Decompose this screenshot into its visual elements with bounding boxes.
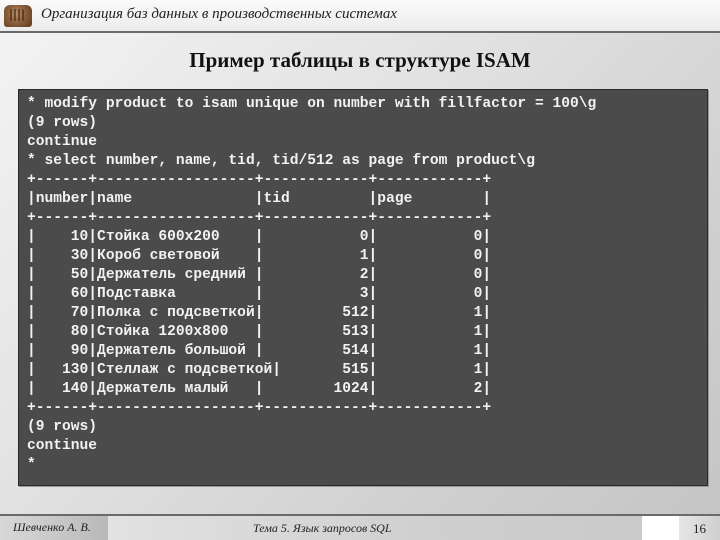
- terminal-line-continue: continue: [27, 438, 98, 454]
- slide-header: Организация баз данных в производственны…: [0, 0, 720, 33]
- table-row: | 80|Стойка 1200x800 | 513| 1|: [27, 324, 492, 340]
- table-row: | 60|Подставка | 3| 0|: [27, 286, 492, 302]
- page-number: 16: [679, 516, 720, 540]
- table-border-top: +------+------------------+------------+…: [27, 172, 492, 188]
- terminal-output: * modify product to isam unique on numbe…: [18, 89, 708, 486]
- footer-blank-box: [642, 516, 679, 540]
- table-row: | 30|Короб световой | 1| 0|: [27, 248, 492, 264]
- table-border-bottom: +------+------------------+------------+…: [27, 400, 492, 416]
- table-row: | 10|Стойка 600x200 | 0| 0|: [27, 229, 492, 245]
- terminal-line-command-select: * select number, name, tid, tid/512 as p…: [27, 153, 535, 169]
- table-row: | 130|Стеллаж с подсветкой| 515| 1|: [27, 362, 492, 378]
- table-row: | 90|Держатель большой | 514| 1|: [27, 343, 492, 359]
- terminal-line-row-count: (9 rows): [27, 115, 98, 131]
- slide-footer: Шевченко А. В. Тема 5. Язык запросов SQL…: [0, 516, 720, 540]
- table-row: | 50|Держатель средний | 2| 0|: [27, 267, 492, 283]
- topic-label: Тема 5. Язык запросов SQL: [253, 521, 392, 535]
- table-border-header: +------+------------------+------------+…: [27, 210, 492, 226]
- terminal-line-command-modify: * modify product to isam unique on numbe…: [27, 96, 597, 112]
- terminal-line-continue: continue: [27, 134, 98, 150]
- slide-title: Пример таблицы в структуре ISAM: [189, 48, 531, 72]
- table-header-row: |number|name |tid |page |: [27, 191, 492, 207]
- course-title: Организация баз данных в производственны…: [41, 6, 397, 22]
- author-label: Шевченко А. В.: [0, 516, 108, 540]
- table-row: | 70|Полка с подсветкой| 512| 1|: [27, 305, 492, 321]
- table-row: | 140|Держатель малый | 1024| 2|: [27, 381, 492, 397]
- terminal-prompt: *: [27, 457, 36, 473]
- terminal-line-row-count: (9 rows): [27, 419, 98, 435]
- building-logo-icon: [4, 5, 32, 27]
